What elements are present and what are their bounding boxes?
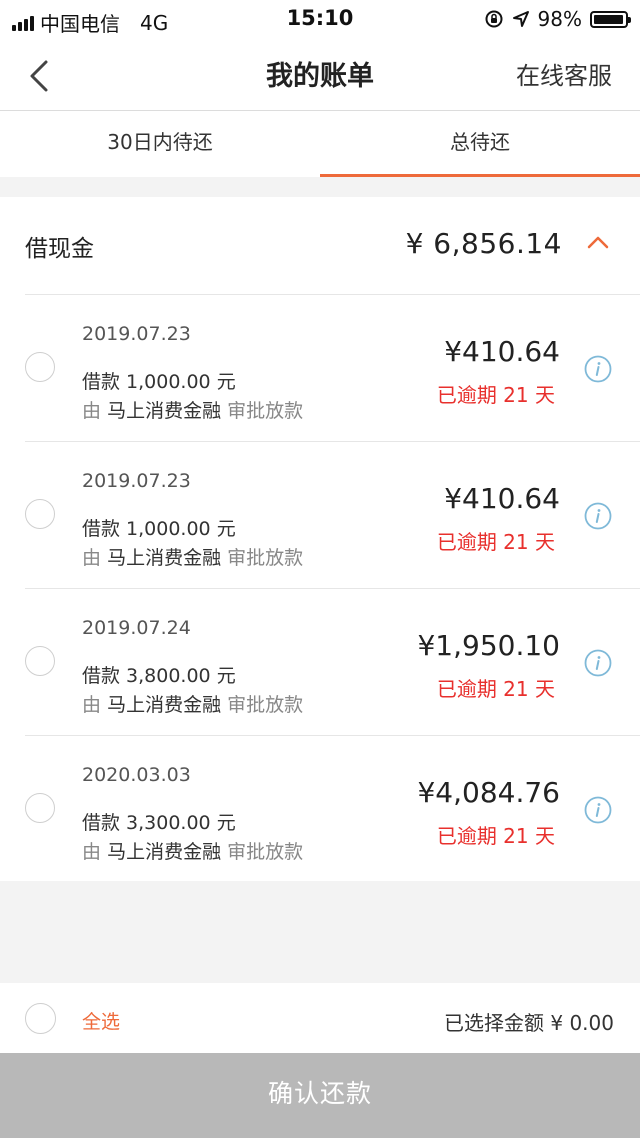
bill-loan-amount: 借款 3,300.00 元 xyxy=(82,812,236,834)
bill-select-radio[interactable] xyxy=(25,646,55,676)
bill-overdue-status: 已逾期 21 天 xyxy=(436,824,555,848)
bill-due-amount: ¥1,950.10 xyxy=(417,629,560,662)
info-icon[interactable] xyxy=(584,796,612,824)
bill-row[interactable]: 2019.07.23 借款 1,000.00 元 由 马上消费金融 审批放款 ¥… xyxy=(0,295,640,442)
chevron-up-icon[interactable] xyxy=(587,235,609,249)
battery-percent: 98% xyxy=(537,7,582,31)
bill-select-radio[interactable] xyxy=(25,793,55,823)
bill-row[interactable]: 2020.03.03 借款 3,300.00 元 由 马上消费金融 审批放款 ¥… xyxy=(0,736,640,883)
lender-prefix: 由 xyxy=(82,694,102,716)
location-arrow-icon xyxy=(512,11,529,27)
select-all-label[interactable]: 全选 xyxy=(82,1007,120,1034)
select-all-radio[interactable] xyxy=(25,1003,56,1034)
lender-prefix: 由 xyxy=(82,841,102,863)
lender-action: 审批放款 xyxy=(227,694,304,716)
bill-select-radio[interactable] xyxy=(25,499,55,529)
select-bar: 全选 已选择金额 ¥ 0.00 xyxy=(0,983,640,1053)
selected-total: 已选择金额 ¥ 0.00 xyxy=(444,1011,614,1035)
section-header[interactable]: 借现金 ¥ 6,856.14 xyxy=(0,197,640,294)
info-icon[interactable] xyxy=(584,502,612,530)
lender-name: 马上消费金融 xyxy=(107,400,222,422)
lender-name: 马上消费金融 xyxy=(107,694,222,716)
bill-lender: 由 马上消费金融 审批放款 xyxy=(82,396,303,423)
tab-bar: 30日内待还 总待还 xyxy=(0,111,640,177)
tab-total-due[interactable]: 总待还 xyxy=(320,111,640,177)
bill-list-card: 借现金 ¥ 6,856.14 2019.07.23 借款 1,000.00 元 … xyxy=(0,197,640,881)
bill-row[interactable]: 2019.07.24 借款 3,800.00 元 由 马上消费金融 审批放款 ¥… xyxy=(0,589,640,736)
lender-action: 审批放款 xyxy=(227,841,304,863)
bill-row[interactable]: 2019.07.23 借款 1,000.00 元 由 马上消费金融 审批放款 ¥… xyxy=(0,442,640,589)
confirm-repay-button[interactable]: 确认还款 xyxy=(0,1053,640,1138)
bill-loan-amount: 借款 3,800.00 元 xyxy=(82,665,236,687)
section-title: 借现金 xyxy=(25,236,94,262)
bill-overdue-status: 已逾期 21 天 xyxy=(436,677,555,701)
bill-date: 2020.03.03 xyxy=(82,764,191,786)
bill-loan-amount: 借款 1,000.00 元 xyxy=(82,518,236,540)
bill-lender: 由 马上消费金融 审批放款 xyxy=(82,690,303,717)
section-total-amount: ¥ 6,856.14 xyxy=(405,227,562,260)
lender-prefix: 由 xyxy=(82,400,102,422)
battery-icon xyxy=(590,10,631,28)
bill-date: 2019.07.23 xyxy=(82,323,191,345)
lender-action: 审批放款 xyxy=(227,547,304,569)
status-right: 98% xyxy=(484,7,631,31)
bill-date: 2019.07.23 xyxy=(82,470,191,492)
bill-overdue-status: 已逾期 21 天 xyxy=(436,383,555,407)
bill-lender: 由 马上消费金融 审批放款 xyxy=(82,837,303,864)
bill-select-radio[interactable] xyxy=(25,352,55,382)
nav-bar: 我的账单 在线客服 xyxy=(0,40,640,111)
bill-overdue-status: 已逾期 21 天 xyxy=(436,530,555,554)
lender-name: 马上消费金融 xyxy=(107,841,222,863)
online-service-link[interactable]: 在线客服 xyxy=(516,56,612,91)
bill-date: 2019.07.24 xyxy=(82,617,191,639)
lender-action: 审批放款 xyxy=(227,400,304,422)
info-icon[interactable] xyxy=(584,649,612,677)
bill-due-amount: ¥410.64 xyxy=(444,482,560,515)
lender-name: 马上消费金融 xyxy=(107,547,222,569)
tab-within-30-days[interactable]: 30日内待还 xyxy=(0,111,320,177)
bill-due-amount: ¥410.64 xyxy=(444,335,560,368)
rotation-lock-icon xyxy=(485,10,503,28)
status-bar: 中国电信 4G 15:10 98% xyxy=(0,0,640,40)
bill-due-amount: ¥4,084.76 xyxy=(417,776,560,809)
bill-loan-amount: 借款 1,000.00 元 xyxy=(82,371,236,393)
info-icon[interactable] xyxy=(584,355,612,383)
bill-lender: 由 马上消费金融 审批放款 xyxy=(82,543,303,570)
lender-prefix: 由 xyxy=(82,547,102,569)
